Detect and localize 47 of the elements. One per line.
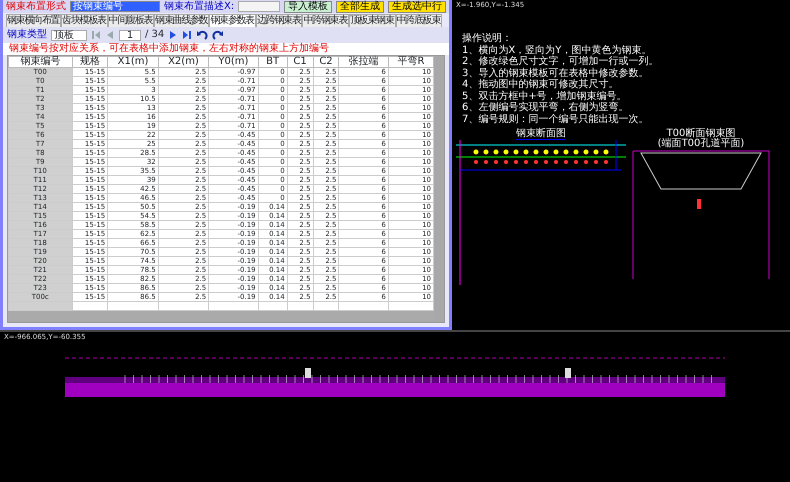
toolbar-button[interactable]: 生成选中行 bbox=[388, 0, 446, 12]
instruction-text: 钢束编号按对应关系，可在表格中添加钢束，左右对称的钢束上方加编号 bbox=[3, 43, 449, 55]
column-header: X1(m) bbox=[108, 56, 158, 68]
scrollbar[interactable] bbox=[434, 56, 444, 322]
field-label: 钢束类型 bbox=[7, 30, 47, 40]
tab[interactable]: 钢束曲线参数 bbox=[154, 14, 210, 27]
drawing-label: 钢束断面图 bbox=[516, 129, 566, 140]
notes-title: 操作说明： bbox=[462, 33, 513, 44]
tab[interactable]: 钢束参数表 bbox=[209, 14, 256, 27]
tab[interactable]: 中间腹板表 bbox=[108, 14, 154, 27]
column-header: BT bbox=[258, 56, 288, 68]
toolbar-button[interactable]: 导入模板 bbox=[284, 0, 332, 12]
undo-icon[interactable] bbox=[196, 29, 208, 41]
column-header: 规格 bbox=[72, 56, 108, 68]
note-line: 7、编号规则：同一个编号只能出现一次。 bbox=[462, 114, 650, 125]
column-header: C2 bbox=[313, 56, 339, 68]
note-line: 3、导入的钢束模板可在表格中修改参数。 bbox=[462, 68, 650, 78]
tab[interactable]: 中跨底板束 bbox=[396, 14, 442, 27]
drawing-label: (端面T00孔道平面) bbox=[658, 139, 744, 149]
note-line: 5、双击方框中+号，增加钢束编号。 bbox=[462, 90, 628, 102]
tab[interactable]: 顶板束钢束 bbox=[348, 14, 396, 27]
redo-icon[interactable] bbox=[212, 29, 224, 41]
next-page-icon[interactable] bbox=[168, 30, 178, 40]
note-line: 2、修改绿色尺寸文字，可增加一行或一列。 bbox=[462, 56, 660, 68]
tab[interactable]: 中跨钢束表 bbox=[302, 14, 349, 27]
column-header: 钢束编号 bbox=[8, 56, 72, 68]
drawing-label: T00断面钢束图 bbox=[666, 129, 736, 139]
note-line: 6、左侧编号实现平弯，右侧为竖弯。 bbox=[462, 102, 630, 114]
column-header: 张拉端 bbox=[338, 56, 388, 68]
last-page-icon[interactable] bbox=[182, 30, 192, 40]
toolbar-button[interactable]: 全部生成 bbox=[336, 0, 384, 12]
column-header: 平弯R bbox=[388, 56, 434, 68]
column-header: X2(m) bbox=[158, 56, 209, 68]
column-header: C1 bbox=[287, 56, 314, 68]
note-line: 1、横向为X，竖向为Y，图中黄色为钢束。 bbox=[462, 44, 652, 56]
page-total: / 34 bbox=[145, 30, 164, 40]
column-header: Y0(m) bbox=[208, 56, 258, 68]
field-label: 钢束布置形式 bbox=[6, 2, 66, 12]
tab[interactable]: 钢束横向布置 bbox=[6, 14, 62, 27]
type-dropdown[interactable]: 顶板 bbox=[51, 30, 87, 40]
page-field[interactable]: 1 bbox=[119, 30, 141, 40]
field-label: 钢束布置描述X: bbox=[164, 2, 234, 12]
tab[interactable]: 齿块模板表 bbox=[61, 14, 108, 27]
description-field[interactable] bbox=[238, 1, 280, 12]
note-line: 4、拖动图中的钢束可修改其尺寸。 bbox=[462, 79, 620, 90]
layout-dropdown[interactable]: 按钢束编号 bbox=[70, 1, 160, 12]
tab[interactable]: 边跨钢束表 bbox=[256, 14, 302, 27]
